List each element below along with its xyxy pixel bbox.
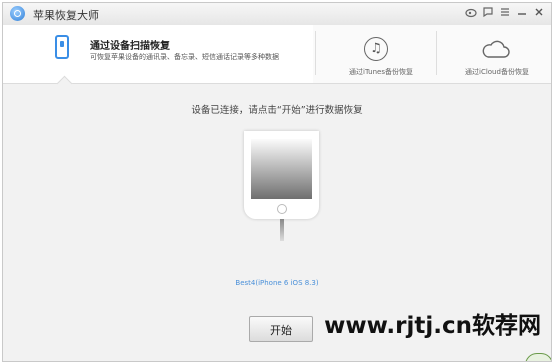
corner-badge [525, 353, 551, 361]
device-model-label: Best4(iPhone 6 iOS 8.3) [235, 279, 319, 287]
site-watermark: www.rjtj.cn软荐网 [324, 313, 541, 339]
menu-icon[interactable] [498, 6, 511, 20]
tab-device-scan-subtitle: 可恢复苹果设备的通讯录、备忘录、短信通话记录等多种数据 [90, 53, 279, 61]
icloud-cloud-icon [482, 40, 510, 58]
titlebar-controls [464, 6, 545, 20]
connection-status-text: 设备已连接，请点击“开始”进行数据恢复 [191, 105, 363, 116]
connected-device-illustration [244, 131, 319, 219]
app-logo-icon [10, 6, 25, 21]
iphone-icon [55, 35, 69, 59]
tab-icloud-backup[interactable]: 通过iCloud备份恢复 [437, 25, 551, 83]
usb-cable [280, 219, 284, 241]
home-button-icon [277, 204, 287, 214]
device-screen [251, 139, 312, 199]
tab-device-scan[interactable]: 通过设备扫描恢复 可恢复苹果设备的通讯录、备忘录、短信通话记录等多种数据 [3, 25, 313, 83]
minimize-icon[interactable] [515, 6, 528, 20]
app-title: 苹果恢复大师 [33, 9, 99, 22]
close-icon[interactable] [532, 6, 545, 20]
tab-itunes-label: 通过iTunes备份恢复 [349, 68, 413, 76]
weibo-icon[interactable] [464, 6, 477, 20]
recovery-mode-tabs: 通过设备扫描恢复 可恢复苹果设备的通讯录、备忘录、短信通话记录等多种数据 ♫ 通… [3, 25, 551, 84]
start-button[interactable]: 开始 [249, 316, 313, 342]
app-window: 苹果恢复大师 通过设备扫描恢复 可恢复苹果设备的通讯录、备忘录、短信通话记录等多… [2, 2, 552, 362]
tab-icloud-label: 通过iCloud备份恢复 [465, 68, 529, 76]
tab-device-scan-title: 通过设备扫描恢复 [90, 41, 170, 52]
message-icon[interactable] [481, 6, 494, 20]
title-bar: 苹果恢复大师 [3, 3, 551, 26]
itunes-music-icon: ♫ [364, 37, 388, 61]
tab-itunes-backup[interactable]: ♫ 通过iTunes备份恢复 [316, 25, 436, 83]
